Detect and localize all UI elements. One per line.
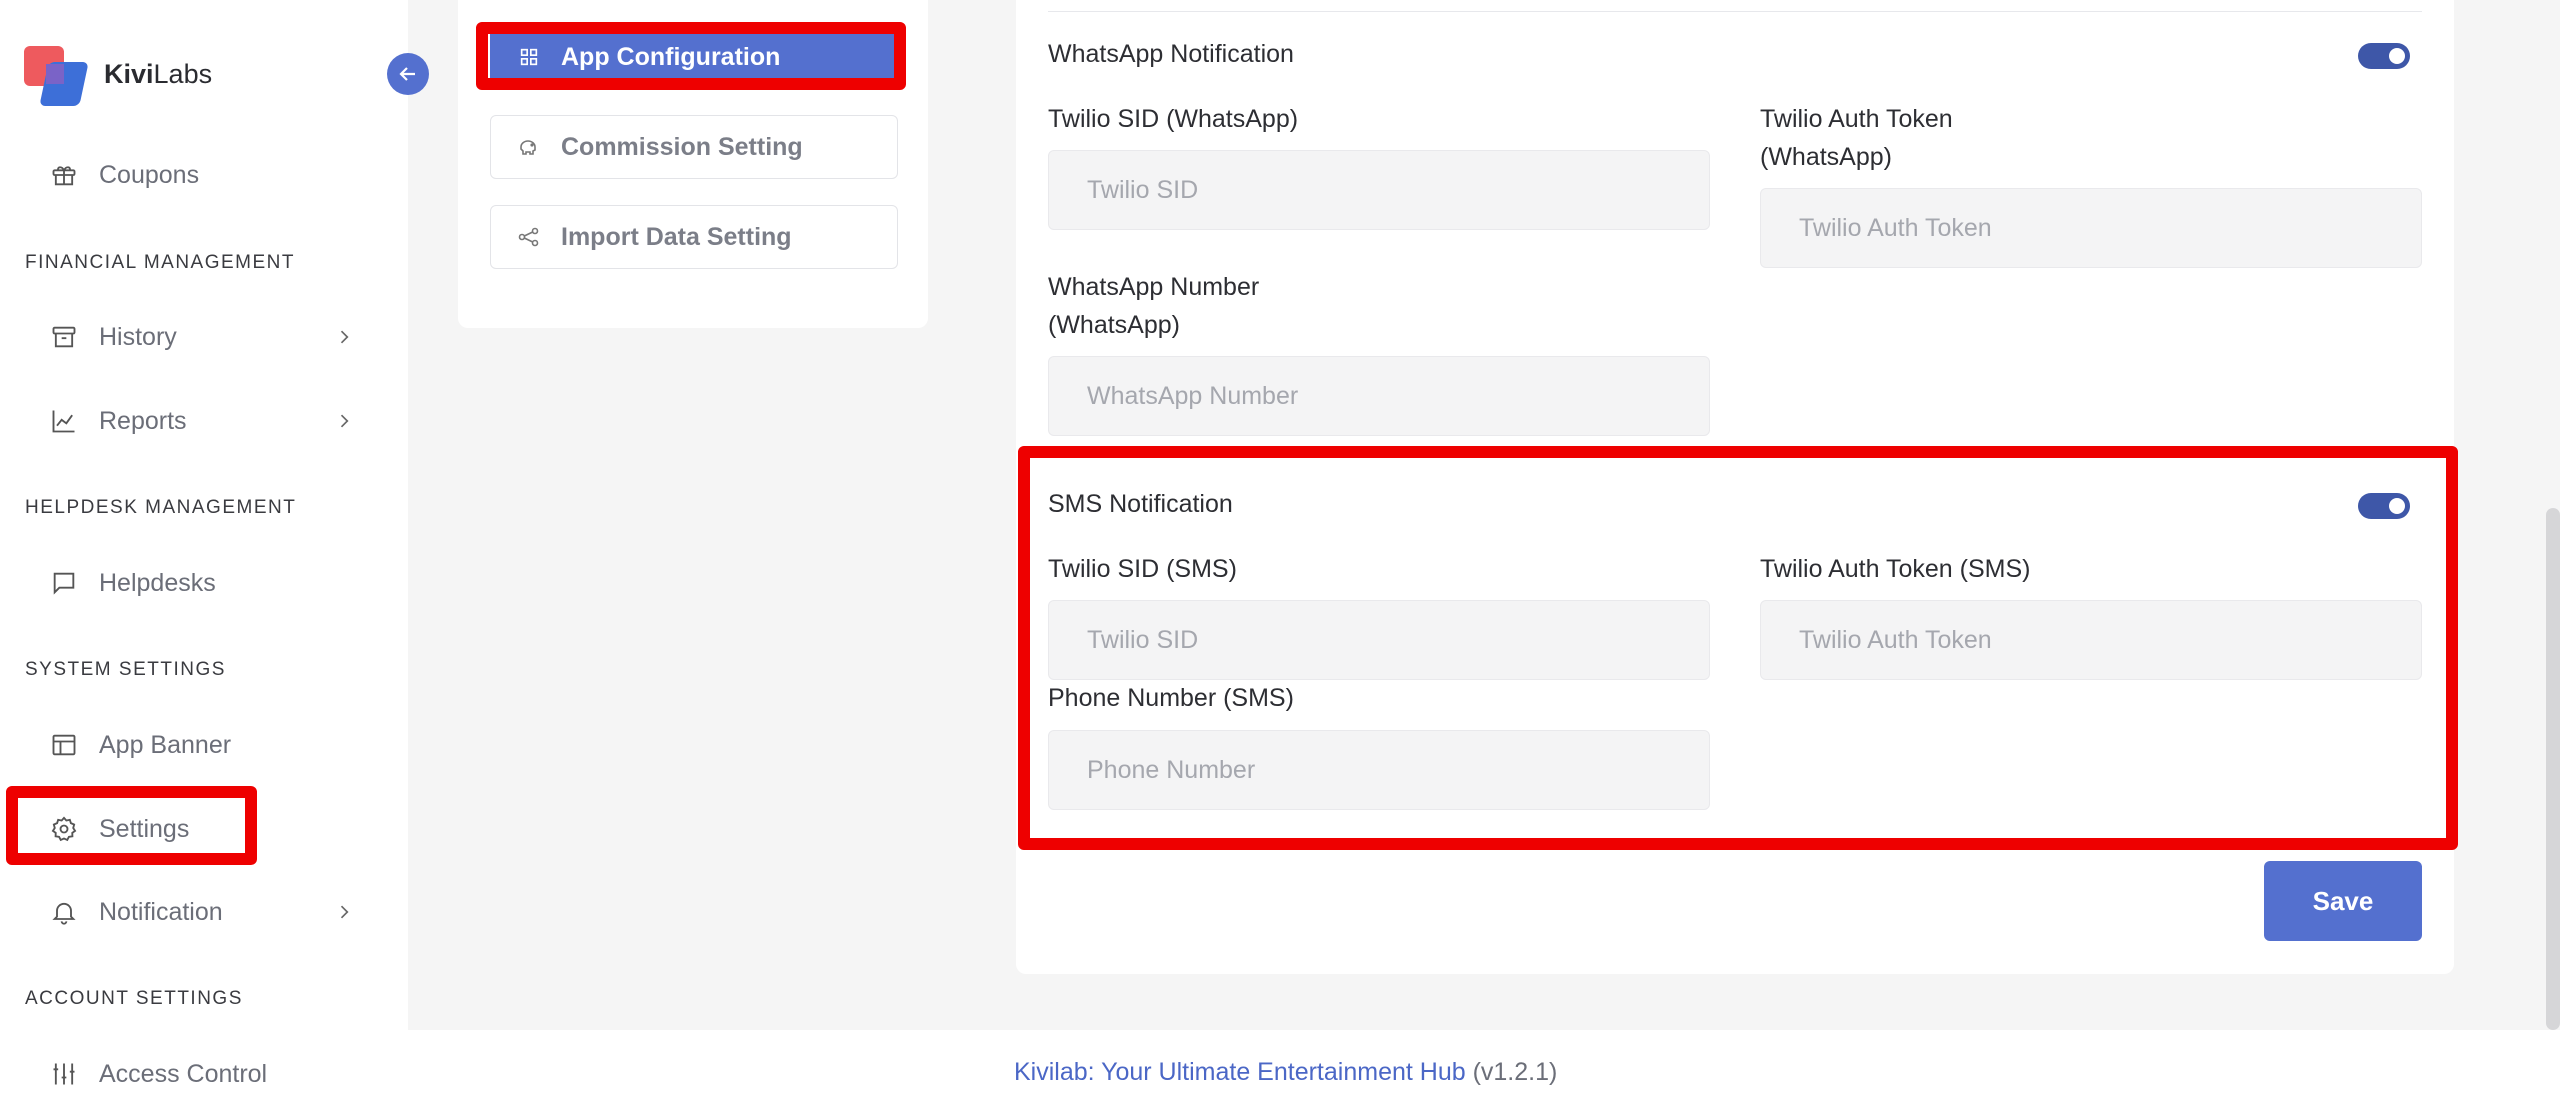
whatsapp-number-input[interactable]: [1048, 356, 1710, 436]
twilio-auth-token-whatsapp-input[interactable]: [1760, 188, 2422, 268]
piggy-bank-icon: [515, 133, 543, 161]
twilio-sid-whatsapp-input[interactable]: [1048, 150, 1710, 230]
save-button[interactable]: Save: [2264, 861, 2422, 941]
logo-icon: [24, 42, 89, 106]
gear-icon: [48, 813, 80, 845]
footer-brand-link[interactable]: Kivilab: Your Ultimate Entertainment Hub: [1014, 1058, 1466, 1086]
sidebar-item-label: Helpdesks: [99, 568, 216, 597]
arrow-left-icon: [399, 67, 415, 81]
brand-name-bold: Kivi: [104, 58, 154, 89]
section-financial-management: FINANCIAL MANAGEMENT: [25, 252, 295, 273]
configuration-card: [1016, 0, 2454, 974]
brand-logo[interactable]: KiviLabs: [24, 42, 212, 106]
phone-number-sms-input[interactable]: [1048, 730, 1710, 810]
whatsapp-section-title: WhatsApp Notification: [1048, 40, 1294, 68]
chevron-right-icon: [332, 409, 356, 433]
tab-label: Commission Setting: [561, 132, 803, 161]
sidebar-item-label: App Banner: [99, 730, 232, 759]
line-chart-icon: [48, 405, 80, 437]
brand-name-rest: Labs: [153, 58, 213, 89]
sidebar: KiviLabs Coupons FINANCIAL MANAGEMENT Hi…: [0, 0, 408, 1118]
twilio-auth-token-whatsapp-label: Twilio Auth Token (WhatsApp): [1760, 105, 1953, 171]
twilio-sid-whatsapp-label: Twilio SID (WhatsApp): [1048, 105, 1299, 133]
sidebar-item-label: Reports: [99, 406, 187, 435]
section-system-settings: SYSTEM SETTINGS: [25, 659, 226, 680]
tab-commission-setting[interactable]: Commission Setting: [490, 115, 898, 179]
sidebar-item-notification[interactable]: Notification: [0, 882, 408, 942]
tab-label: Import Data Setting: [561, 222, 792, 251]
tab-import-data-setting[interactable]: Import Data Setting: [490, 205, 898, 269]
sidebar-item-label: Coupons: [99, 160, 200, 189]
section-helpdesk-management: HELPDESK MANAGEMENT: [25, 497, 297, 518]
twilio-sid-sms-label: Twilio SID (SMS): [1048, 555, 1237, 583]
twilio-auth-token-sms-input[interactable]: [1760, 600, 2422, 680]
sidebar-item-label: Access Control: [99, 1059, 268, 1088]
tab-label: App Configuration: [561, 42, 781, 71]
sms-section-title: SMS Notification: [1048, 490, 1233, 518]
chevron-right-icon: [332, 900, 356, 924]
sidebar-item-history[interactable]: History: [0, 307, 408, 367]
twilio-auth-token-sms-label: Twilio Auth Token (SMS): [1760, 555, 2031, 583]
sidebar-item-app-banner[interactable]: App Banner: [0, 715, 408, 775]
sidebar-item-settings[interactable]: Settings: [0, 799, 408, 859]
collapse-sidebar-button[interactable]: [387, 53, 429, 95]
settings-menu: App Configuration Commission Setting Imp…: [458, 0, 928, 328]
whatsapp-notification-toggle[interactable]: [2358, 43, 2410, 69]
sidebar-item-access-control[interactable]: Access Control: [0, 1044, 408, 1104]
sidebar-item-label: Notification: [99, 897, 223, 926]
sidebar-item-label: Settings: [99, 814, 190, 843]
tab-app-configuration[interactable]: App Configuration: [490, 24, 898, 90]
phone-number-sms-label: Phone Number (SMS): [1048, 684, 1294, 712]
sidebar-item-helpdesks[interactable]: Helpdesks: [0, 553, 408, 613]
sms-notification-toggle[interactable]: [2358, 493, 2410, 519]
gift-icon: [48, 159, 80, 191]
sidebar-item-reports[interactable]: Reports: [0, 391, 408, 451]
archive-icon: [48, 321, 80, 353]
page-scrollbar[interactable]: [2546, 508, 2560, 1030]
footer-text: Kivilab: Your Ultimate Entertainment Hub…: [1014, 1058, 1557, 1087]
section-account-settings: ACCOUNT SETTINGS: [25, 988, 243, 1009]
whatsapp-number-label: WhatsApp Number (WhatsApp): [1048, 273, 1260, 339]
divider: [1048, 11, 2422, 12]
sidebar-item-coupons[interactable]: Coupons: [0, 145, 408, 205]
share-nodes-icon: [515, 223, 543, 251]
grid-icon: [515, 43, 543, 71]
sidebar-item-label: History: [99, 322, 177, 351]
app-version: (v1.2.1): [1465, 1058, 1558, 1086]
chevron-right-icon: [332, 325, 356, 349]
footer: Kivilab: Your Ultimate Entertainment Hub…: [408, 1030, 2560, 1118]
twilio-sid-sms-input[interactable]: [1048, 600, 1710, 680]
layout-icon: [48, 729, 80, 761]
sliders-icon: [48, 1058, 80, 1090]
brand-name: KiviLabs: [104, 59, 212, 90]
chat-icon: [48, 567, 80, 599]
bell-icon: [48, 896, 80, 928]
